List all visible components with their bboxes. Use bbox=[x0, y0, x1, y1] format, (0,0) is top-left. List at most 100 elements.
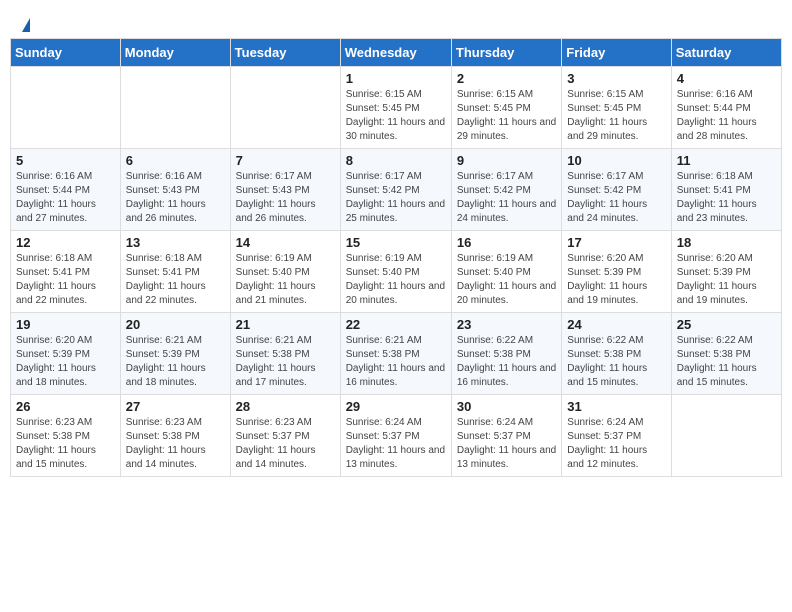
day-number: 24 bbox=[567, 317, 665, 332]
day-number: 7 bbox=[236, 153, 335, 168]
calendar-cell: 24 Sunrise: 6:22 AM Sunset: 5:38 PM Dayli… bbox=[562, 313, 671, 395]
calendar-cell: 29 Sunrise: 6:24 AM Sunset: 5:37 PM Dayli… bbox=[340, 395, 451, 477]
calendar-cell: 15Sunrise: 6:19 AM Sunset: 5:40 PM Dayli… bbox=[340, 231, 451, 313]
day-number: 3 bbox=[567, 71, 665, 86]
calendar-cell: 10 Sunrise: 6:17 AM Sunset: 5:42 PM Dayli… bbox=[562, 149, 671, 231]
day-info: Sunrise: 6:19 AM Sunset: 5:40 PM Dayligh… bbox=[346, 252, 446, 308]
calendar-cell: 8 Sunrise: 6:17 AM Sunset: 5:42 PM Daylig… bbox=[340, 149, 451, 231]
day-of-week-saturday: Saturday bbox=[671, 39, 781, 67]
calendar-cell: 26 Sunrise: 6:23 AM Sunset: 5:38 PM Dayli… bbox=[11, 395, 121, 477]
day-of-week-monday: Monday bbox=[120, 39, 230, 67]
day-info: Sunrise: 6:16 AM Sunset: 5:44 PM Dayligh… bbox=[16, 170, 115, 226]
day-info: Sunrise: 6:16 AM Sunset: 5:44 PM Dayligh… bbox=[677, 88, 776, 144]
calendar-cell: 20 Sunrise: 6:21 AM Sunset: 5:39 PM Dayli… bbox=[120, 313, 230, 395]
day-number: 4 bbox=[677, 71, 776, 86]
day-number: 19 bbox=[16, 317, 115, 332]
day-number: 22 bbox=[346, 317, 446, 332]
day-number: 18 bbox=[677, 235, 776, 250]
day-number: 29 bbox=[346, 399, 446, 414]
day-info: Sunrise: 6:17 AM Sunset: 5:43 PM Dayligh… bbox=[236, 170, 335, 226]
calendar-cell bbox=[120, 67, 230, 149]
day-info: Sunrise: 6:18 AM Sunset: 5:41 PM Dayligh… bbox=[677, 170, 776, 226]
calendar-cell: 11 Sunrise: 6:18 AM Sunset: 5:41 PM Dayli… bbox=[671, 149, 781, 231]
calendar-cell: 7 Sunrise: 6:17 AM Sunset: 5:43 PM Daylig… bbox=[230, 149, 340, 231]
day-number: 31 bbox=[567, 399, 665, 414]
day-number: 8 bbox=[346, 153, 446, 168]
calendar-cell: 14 Sunrise: 6:19 AM Sunset: 5:40 PM Dayli… bbox=[230, 231, 340, 313]
calendar-cell bbox=[11, 67, 121, 149]
day-info: Sunrise: 6:19 AM Sunset: 5:40 PM Dayligh… bbox=[236, 252, 335, 308]
calendar-cell: 18 Sunrise: 6:20 AM Sunset: 5:39 PM Dayli… bbox=[671, 231, 781, 313]
day-number: 11 bbox=[677, 153, 776, 168]
calendar-cell: 9Sunrise: 6:17 AM Sunset: 5:42 PM Daylig… bbox=[451, 149, 561, 231]
day-number: 10 bbox=[567, 153, 665, 168]
calendar-week-row: 1 Sunrise: 6:15 AM Sunset: 5:45 PM Daylig… bbox=[11, 67, 782, 149]
day-info: Sunrise: 6:18 AM Sunset: 5:41 PM Dayligh… bbox=[126, 252, 225, 308]
day-of-week-wednesday: Wednesday bbox=[340, 39, 451, 67]
day-number: 30 bbox=[457, 399, 556, 414]
day-of-week-sunday: Sunday bbox=[11, 39, 121, 67]
logo bbox=[20, 18, 30, 32]
day-number: 28 bbox=[236, 399, 335, 414]
page-header bbox=[10, 10, 782, 32]
day-info: Sunrise: 6:20 AM Sunset: 5:39 PM Dayligh… bbox=[16, 334, 115, 390]
day-info: Sunrise: 6:15 AM Sunset: 5:45 PM Dayligh… bbox=[567, 88, 665, 144]
day-info: Sunrise: 6:23 AM Sunset: 5:38 PM Dayligh… bbox=[16, 416, 115, 472]
calendar-cell: 28Sunrise: 6:23 AM Sunset: 5:37 PM Dayli… bbox=[230, 395, 340, 477]
calendar-cell: 1 Sunrise: 6:15 AM Sunset: 5:45 PM Daylig… bbox=[340, 67, 451, 149]
day-info: Sunrise: 6:20 AM Sunset: 5:39 PM Dayligh… bbox=[567, 252, 665, 308]
day-number: 13 bbox=[126, 235, 225, 250]
logo-icon bbox=[22, 18, 30, 32]
day-number: 27 bbox=[126, 399, 225, 414]
day-number: 21 bbox=[236, 317, 335, 332]
day-info: Sunrise: 6:23 AM Sunset: 5:38 PM Dayligh… bbox=[126, 416, 225, 472]
calendar-week-row: 26 Sunrise: 6:23 AM Sunset: 5:38 PM Dayli… bbox=[11, 395, 782, 477]
day-info: Sunrise: 6:22 AM Sunset: 5:38 PM Dayligh… bbox=[567, 334, 665, 390]
day-of-week-tuesday: Tuesday bbox=[230, 39, 340, 67]
calendar-cell: 16Sunrise: 6:19 AM Sunset: 5:40 PM Dayli… bbox=[451, 231, 561, 313]
calendar-cell: 6 Sunrise: 6:16 AM Sunset: 5:43 PM Daylig… bbox=[120, 149, 230, 231]
calendar-cell: 3 Sunrise: 6:15 AM Sunset: 5:45 PM Daylig… bbox=[562, 67, 671, 149]
day-info: Sunrise: 6:20 AM Sunset: 5:39 PM Dayligh… bbox=[677, 252, 776, 308]
day-info: Sunrise: 6:16 AM Sunset: 5:43 PM Dayligh… bbox=[126, 170, 225, 226]
day-number: 2 bbox=[457, 71, 556, 86]
day-info: Sunrise: 6:21 AM Sunset: 5:38 PM Dayligh… bbox=[346, 334, 446, 390]
calendar-cell: 22 Sunrise: 6:21 AM Sunset: 5:38 PM Dayli… bbox=[340, 313, 451, 395]
day-info: Sunrise: 6:15 AM Sunset: 5:45 PM Dayligh… bbox=[346, 88, 446, 144]
calendar-cell: 23Sunrise: 6:22 AM Sunset: 5:38 PM Dayli… bbox=[451, 313, 561, 395]
day-number: 20 bbox=[126, 317, 225, 332]
day-number: 5 bbox=[16, 153, 115, 168]
calendar-cell: 19 Sunrise: 6:20 AM Sunset: 5:39 PM Dayli… bbox=[11, 313, 121, 395]
day-info: Sunrise: 6:24 AM Sunset: 5:37 PM Dayligh… bbox=[457, 416, 556, 472]
day-info: Sunrise: 6:21 AM Sunset: 5:39 PM Dayligh… bbox=[126, 334, 225, 390]
day-number: 25 bbox=[677, 317, 776, 332]
day-number: 9 bbox=[457, 153, 556, 168]
calendar-week-row: 12Sunrise: 6:18 AM Sunset: 5:41 PM Dayli… bbox=[11, 231, 782, 313]
day-number: 1 bbox=[346, 71, 446, 86]
day-info: Sunrise: 6:22 AM Sunset: 5:38 PM Dayligh… bbox=[677, 334, 776, 390]
day-info: Sunrise: 6:15 AM Sunset: 5:45 PM Dayligh… bbox=[457, 88, 556, 144]
day-number: 14 bbox=[236, 235, 335, 250]
calendar-cell: 5 Sunrise: 6:16 AM Sunset: 5:44 PM Daylig… bbox=[11, 149, 121, 231]
day-info: Sunrise: 6:17 AM Sunset: 5:42 PM Dayligh… bbox=[346, 170, 446, 226]
calendar-week-row: 19 Sunrise: 6:20 AM Sunset: 5:39 PM Dayli… bbox=[11, 313, 782, 395]
calendar-cell bbox=[671, 395, 781, 477]
day-info: Sunrise: 6:24 AM Sunset: 5:37 PM Dayligh… bbox=[567, 416, 665, 472]
calendar-cell: 2 Sunrise: 6:15 AM Sunset: 5:45 PM Daylig… bbox=[451, 67, 561, 149]
calendar-cell: 12Sunrise: 6:18 AM Sunset: 5:41 PM Dayli… bbox=[11, 231, 121, 313]
day-number: 26 bbox=[16, 399, 115, 414]
day-number: 6 bbox=[126, 153, 225, 168]
calendar-cell: 17 Sunrise: 6:20 AM Sunset: 5:39 PM Dayli… bbox=[562, 231, 671, 313]
day-info: Sunrise: 6:18 AM Sunset: 5:41 PM Dayligh… bbox=[16, 252, 115, 308]
calendar-cell: 25 Sunrise: 6:22 AM Sunset: 5:38 PM Dayli… bbox=[671, 313, 781, 395]
calendar-table: SundayMondayTuesdayWednesdayThursdayFrid… bbox=[10, 38, 782, 477]
day-info: Sunrise: 6:19 AM Sunset: 5:40 PM Dayligh… bbox=[457, 252, 556, 308]
day-info: Sunrise: 6:17 AM Sunset: 5:42 PM Dayligh… bbox=[567, 170, 665, 226]
day-info: Sunrise: 6:24 AM Sunset: 5:37 PM Dayligh… bbox=[346, 416, 446, 472]
day-number: 17 bbox=[567, 235, 665, 250]
day-info: Sunrise: 6:22 AM Sunset: 5:38 PM Dayligh… bbox=[457, 334, 556, 390]
calendar-cell: 31 Sunrise: 6:24 AM Sunset: 5:37 PM Dayli… bbox=[562, 395, 671, 477]
calendar-cell: 21Sunrise: 6:21 AM Sunset: 5:38 PM Dayli… bbox=[230, 313, 340, 395]
calendar-cell: 30 Sunrise: 6:24 AM Sunset: 5:37 PM Dayli… bbox=[451, 395, 561, 477]
calendar-cell: 27 Sunrise: 6:23 AM Sunset: 5:38 PM Dayli… bbox=[120, 395, 230, 477]
